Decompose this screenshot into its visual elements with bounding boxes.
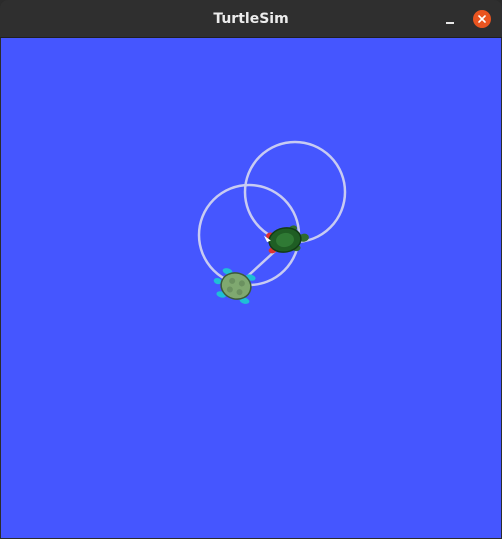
minimize-icon — [446, 22, 454, 24]
turtle-canvas — [1, 38, 501, 538]
close-button[interactable] — [473, 10, 491, 28]
minimize-button[interactable] — [440, 9, 460, 29]
close-icon — [478, 15, 486, 23]
turtle-field — [1, 38, 501, 538]
turtlesim-window: TurtleSim — [0, 0, 502, 539]
window-title: TurtleSim — [213, 11, 289, 27]
title-bar[interactable]: TurtleSim — [0, 0, 502, 38]
